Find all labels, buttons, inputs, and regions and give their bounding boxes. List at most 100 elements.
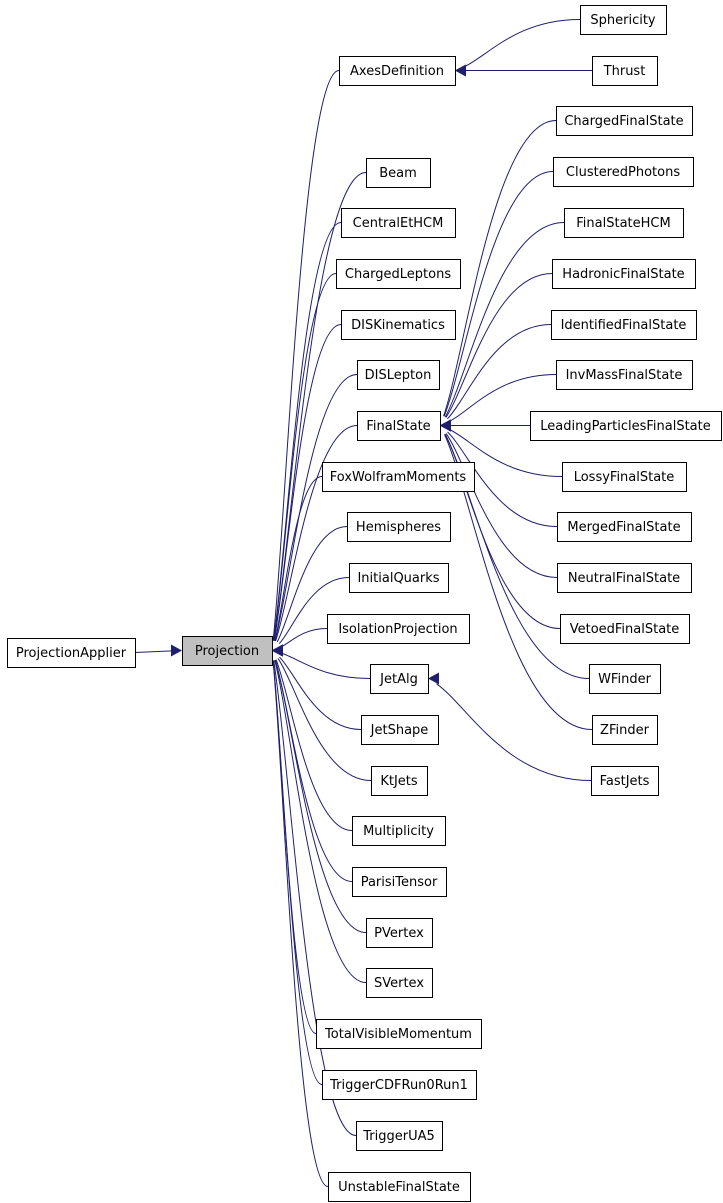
node-TriggerCDFRun0Run1[interactable]: TriggerCDFRun0Run1 <box>322 1070 477 1100</box>
node-VetoedFinalState[interactable]: VetoedFinalState <box>560 614 690 644</box>
node-label: InitialQuarks <box>357 571 439 586</box>
node-TotalVisibleMomentum[interactable]: TotalVisibleMomentum <box>316 1019 482 1049</box>
node-Multiplicity[interactable]: Multiplicity <box>352 816 446 846</box>
node-label: IsolationProjection <box>338 622 457 637</box>
node-ParisiTensor[interactable]: ParisiTensor <box>352 867 447 897</box>
node-label: HadronicFinalState <box>562 267 684 282</box>
node-label: FinalStateHCM <box>576 216 670 231</box>
node-label: LeadingParticlesFinalState <box>540 419 711 434</box>
edge-line <box>279 656 362 730</box>
node-label: TotalVisibleMomentum <box>324 1027 472 1042</box>
node-InitialQuarks[interactable]: InitialQuarks <box>349 563 449 593</box>
node-label: Beam <box>379 166 417 181</box>
node-CentralEtHCM[interactable]: CentralEtHCM <box>341 208 456 238</box>
edge-TriggerUA5-to-Projection <box>272 644 357 1136</box>
node-ClusteredPhotons[interactable]: ClusteredPhotons <box>553 157 694 187</box>
edge-JetAlg-to-Projection <box>272 644 371 679</box>
node-LeadingParticlesFinalState[interactable]: LeadingParticlesFinalState <box>530 411 722 441</box>
edge-line <box>275 659 353 831</box>
node-FinalStateHCM[interactable]: FinalStateHCM <box>564 208 684 238</box>
edge-HadronicFinalState-to-FinalState <box>440 273 553 432</box>
node-ChargedFinalState[interactable]: ChargedFinalState <box>556 106 693 136</box>
node-label: MergedFinalState <box>567 520 680 535</box>
edge-CentralEtHCM-to-Projection <box>272 222 342 657</box>
node-WFinder[interactable]: WFinder <box>589 664 661 694</box>
node-FastJets[interactable]: FastJets <box>591 766 659 796</box>
diagram-canvas: Sphericity AxesDefinition Thrust ChargedFin… <box>7 5 722 1202</box>
node-JetShape[interactable]: JetShape <box>361 715 439 745</box>
node-JetAlg[interactable]: JetAlg <box>370 664 429 694</box>
edge-FinalStateHCM-to-FinalState <box>440 222 565 432</box>
node-UnstableFinalState[interactable]: UnstableFinalState <box>328 1172 471 1202</box>
node-Sphericity[interactable]: Sphericity <box>580 5 667 35</box>
edge-Sphericity-to-AxesDefinition <box>455 19 581 77</box>
node-label: FinalState <box>366 419 430 434</box>
node-label: ProjectionApplier <box>16 646 127 661</box>
node-DISLepton[interactable]: DISLepton <box>357 360 440 390</box>
node-LossyFinalState[interactable]: LossyFinalState <box>562 462 687 492</box>
node-label: ChargedFinalState <box>564 114 683 129</box>
node-label: ChargedLeptons <box>345 267 451 282</box>
edge-line <box>444 222 565 418</box>
node-label: ZFinder <box>600 723 650 738</box>
node-Thrust[interactable]: Thrust <box>592 56 658 86</box>
node-label: FastJets <box>600 774 650 789</box>
edge-line <box>273 273 337 641</box>
inheritance-arrowhead <box>428 672 439 685</box>
node-label: Multiplicity <box>363 824 434 839</box>
edge-ParisiTensor-to-Projection <box>272 644 353 882</box>
node-IdentifiedFinalState[interactable]: IdentifiedFinalState <box>551 310 697 340</box>
node-label: TriggerCDFRun0Run1 <box>329 1078 468 1093</box>
node-SVertex[interactable]: SVertex <box>366 968 433 998</box>
edge-line <box>272 660 329 1187</box>
node-PVertex[interactable]: PVertex <box>366 918 433 948</box>
edge-line <box>273 222 342 641</box>
edge-ProjectionApplier-to-Projection <box>134 644 182 657</box>
node-label: FoxWolframMoments <box>330 470 467 485</box>
node-label: JetShape <box>370 723 429 738</box>
node-Projection[interactable]: Projection <box>182 636 273 666</box>
node-Hemispheres[interactable]: Hemispheres <box>347 512 451 542</box>
node-label: DISKinematics <box>351 318 445 333</box>
edge-line <box>445 433 558 578</box>
edge-line <box>277 658 372 781</box>
node-label: InvMassFinalState <box>566 368 683 383</box>
edge-line <box>134 650 173 653</box>
node-label: IdentifiedFinalState <box>561 318 687 333</box>
node-DISKinematics[interactable]: DISKinematics <box>341 310 456 340</box>
edge-LeadingParticlesFinalState-to-FinalState <box>440 419 530 432</box>
node-FinalState[interactable]: FinalState <box>357 411 441 441</box>
node-label: UnstableFinalState <box>338 1180 460 1195</box>
node-label: NeutralFinalState <box>568 571 680 586</box>
node-ZFinder[interactable]: ZFinder <box>592 715 658 745</box>
inheritance-arrowhead <box>455 64 466 77</box>
node-ProjectionApplier[interactable]: ProjectionApplier <box>7 638 136 668</box>
node-MergedFinalState[interactable]: MergedFinalState <box>557 512 692 542</box>
node-HadronicFinalState[interactable]: HadronicFinalState <box>552 259 696 289</box>
inheritance-arrowhead <box>272 644 283 657</box>
node-label: Hemispheres <box>356 520 441 535</box>
inheritance-arrowhead <box>171 644 182 657</box>
node-AxesDefinition[interactable]: AxesDefinition <box>339 56 456 86</box>
node-InvMassFinalState[interactable]: InvMassFinalState <box>556 360 693 390</box>
edge-FastJets-to-JetAlg <box>428 672 592 781</box>
edge-Thrust-to-AxesDefinition <box>455 64 592 77</box>
node-TriggerUA5[interactable]: TriggerUA5 <box>356 1121 443 1151</box>
node-Beam[interactable]: Beam <box>366 158 431 188</box>
node-label: LossyFinalState <box>574 470 675 485</box>
edge-line <box>273 660 357 1136</box>
node-ChargedLeptons[interactable]: ChargedLeptons <box>336 259 461 289</box>
node-label: DISLepton <box>365 368 432 383</box>
node-IsolationProjection[interactable]: IsolationProjection <box>327 614 470 644</box>
node-FoxWolframMoments[interactable]: FoxWolframMoments <box>322 462 475 492</box>
node-label: KtJets <box>380 774 418 789</box>
inheritance-arrowhead <box>440 419 451 432</box>
edge-layer <box>134 19 593 1187</box>
node-label: ClusteredPhotons <box>566 165 680 180</box>
edge-line <box>436 683 592 781</box>
edge-line <box>445 273 553 418</box>
node-label: ParisiTensor <box>361 875 438 890</box>
node-NeutralFinalState[interactable]: NeutralFinalState <box>557 563 692 593</box>
node-label: SVertex <box>374 976 424 991</box>
node-KtJets[interactable]: KtJets <box>371 766 428 796</box>
